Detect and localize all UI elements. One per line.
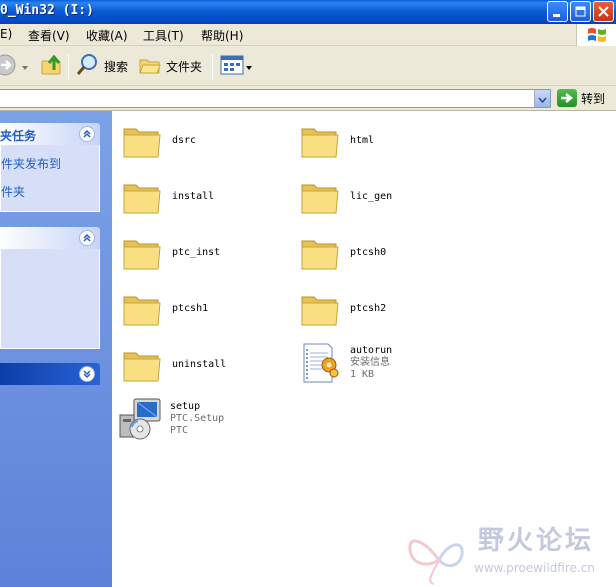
address-input[interactable] (0, 89, 551, 108)
task-pane: 夹任务 件夹发布到 件夹 (0, 111, 112, 587)
file-name: autorun (350, 345, 393, 356)
forward-arrow-icon (0, 54, 16, 79)
folder-item[interactable]: ptcsh2 (298, 287, 386, 331)
folder-icon (123, 352, 161, 382)
folder-tasks-title: 夹任务 (0, 129, 37, 143)
maximize-button[interactable] (570, 1, 591, 22)
search-label: 搜索 (104, 59, 129, 74)
file-company: PTC (170, 425, 189, 436)
other-places-body (0, 249, 100, 349)
folder-item[interactable]: html (298, 119, 374, 163)
menu-bar: E) 查看(V) 收藏(A) 工具(T) 帮助(H) (0, 24, 616, 46)
windows-flag-icon (587, 28, 606, 42)
close-icon (598, 6, 609, 17)
search-icon (76, 53, 100, 80)
minimize-button[interactable] (547, 1, 568, 22)
chevron-down-icon (538, 92, 547, 106)
folders-label: 文件夹 (166, 59, 203, 74)
maximize-icon (575, 6, 586, 17)
collapse-up-icon[interactable] (79, 126, 95, 142)
views-icon (220, 54, 244, 79)
other-places-header[interactable] (0, 227, 100, 249)
folder-icon (123, 184, 161, 214)
folder-icon (123, 296, 161, 326)
file-list: dsrc html install lic_gen ptc_inst ptcsh… (112, 111, 616, 587)
file-name: ptc_inst (172, 247, 221, 258)
file-name: install (172, 191, 215, 202)
task-link-share[interactable]: 件夹 (1, 183, 25, 200)
folder-icon (301, 240, 339, 270)
file-name: lic_gen (350, 191, 393, 202)
search-button[interactable]: 搜索 (76, 53, 129, 80)
go-button[interactable]: 转到 (557, 89, 605, 107)
views-button[interactable] (220, 54, 252, 78)
folder-item[interactable]: dsrc (120, 119, 196, 163)
menu-edit[interactable]: E) (0, 27, 12, 41)
folder-icon (301, 296, 339, 326)
window-title: 0_Win32 (I:) (0, 3, 94, 18)
folder-item[interactable]: uninstall (120, 343, 226, 387)
close-button[interactable] (593, 1, 614, 22)
views-dropdown-icon (246, 59, 252, 73)
installer-icon (119, 398, 161, 440)
windows-logo (576, 24, 616, 46)
collapse-up-icon[interactable] (79, 230, 95, 246)
folder-item[interactable]: ptc_inst (120, 231, 220, 275)
menu-favorites[interactable]: 收藏(A) (86, 27, 128, 44)
details-header[interactable] (0, 363, 100, 385)
folder-icon (123, 240, 161, 270)
file-size: 1 KB (350, 369, 375, 380)
folder-item[interactable]: install (120, 175, 214, 219)
setup-info-item[interactable]: autorun 安装信息 1 KB (298, 341, 392, 385)
go-arrow-icon (557, 89, 577, 107)
expand-down-icon[interactable] (79, 366, 95, 382)
up-folder-button[interactable] (40, 54, 64, 78)
file-name: ptcsh1 (172, 303, 209, 314)
file-name: ptcsh2 (350, 303, 387, 314)
file-name: html (350, 135, 375, 146)
installer-item[interactable]: setup PTC.Setup PTC (118, 397, 224, 441)
file-description: PTC.Setup (170, 413, 225, 424)
folder-item[interactable]: lic_gen (298, 175, 392, 219)
folder-icon (301, 184, 339, 214)
toolbar: 搜索 文件夹 (0, 46, 616, 86)
up-folder-icon (40, 53, 64, 80)
file-name: setup (170, 401, 201, 412)
file-name: dsrc (172, 135, 197, 146)
address-dropdown-button[interactable] (534, 90, 550, 107)
folder-icon (123, 128, 161, 158)
minimize-icon (552, 6, 563, 17)
folder-item[interactable]: ptcsh0 (298, 231, 386, 275)
setup-info-icon (303, 343, 339, 383)
file-type: 安装信息 (350, 357, 390, 368)
dropdown-arrow-icon (22, 59, 28, 73)
address-bar: 转到 (0, 86, 616, 111)
folder-tasks-header[interactable]: 夹任务 (0, 123, 100, 145)
folders-button[interactable]: 文件夹 (138, 54, 202, 78)
folder-item[interactable]: ptcsh1 (120, 287, 208, 331)
menu-view[interactable]: 查看(V) (28, 27, 70, 44)
folder-tasks-body: 件夹发布到 件夹 (0, 145, 100, 212)
task-link-publish[interactable]: 件夹发布到 (1, 155, 61, 172)
title-bar: 0_Win32 (I:) (0, 0, 616, 24)
file-name: uninstall (172, 359, 227, 370)
menu-help[interactable]: 帮助(H) (201, 27, 243, 44)
go-label: 转到 (581, 91, 606, 106)
menu-tools[interactable]: 工具(T) (143, 27, 184, 44)
forward-button[interactable] (0, 54, 28, 78)
file-name: ptcsh0 (350, 247, 387, 258)
folder-icon (301, 128, 339, 158)
folders-icon (138, 53, 162, 80)
